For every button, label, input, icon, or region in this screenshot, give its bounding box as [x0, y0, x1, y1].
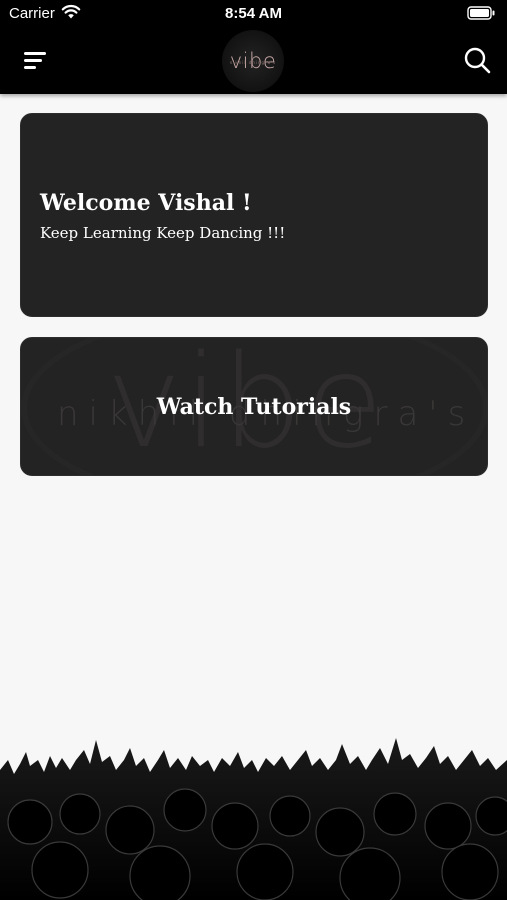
status-bar: Carrier 8:54 AM	[0, 0, 507, 28]
watch-tutorials-card[interactable]: vibe nikhil dhingra's Watch Tutorials	[20, 337, 488, 476]
welcome-title: Welcome Vishal !	[40, 190, 252, 216]
welcome-card: Welcome Vishal ! Keep Learning Keep Danc…	[20, 113, 488, 317]
search-icon[interactable]	[463, 46, 491, 74]
app-logo: vibe nikhil dhingra's	[222, 30, 284, 92]
nav-bar: vibe nikhil dhingra's	[0, 28, 507, 94]
menu-icon[interactable]	[22, 48, 50, 74]
logo-subtext: nikhil dhingra's	[229, 60, 277, 65]
crowd-silhouette-image	[0, 730, 507, 900]
status-time: 8:54 AM	[225, 5, 282, 22]
welcome-subtitle: Keep Learning Keep Dancing !!!	[40, 224, 286, 242]
watch-tutorials-label: Watch Tutorials	[156, 394, 352, 420]
battery-icon	[467, 6, 495, 25]
